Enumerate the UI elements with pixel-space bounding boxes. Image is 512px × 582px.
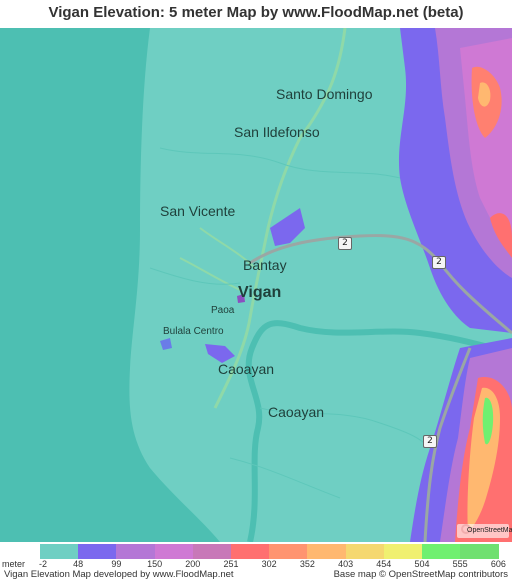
footer: Vigan Elevation Map developed by www.Flo… — [0, 569, 512, 582]
elevation-legend: meter -2 48 99 150 200 251 302 352 403 454 504 555 6… — [0, 544, 512, 569]
elevation-map[interactable]: Santo Domingo San Ildefonso San Vicente … — [0, 28, 512, 542]
osm-logo[interactable]: OpenStreetMap — [457, 524, 512, 538]
legend-tick: 150 — [147, 559, 163, 569]
legend-swatch — [154, 544, 194, 559]
legend-swatch — [269, 544, 308, 559]
legend-tick: 99 — [111, 559, 122, 569]
legend-swatch — [422, 544, 461, 559]
footer-attribution: Base map © OpenStreetMap contributors — [333, 569, 508, 580]
label-caoayan-1: Caoayan — [218, 361, 275, 377]
legend-swatch — [40, 544, 79, 559]
legend-tick: 352 — [299, 559, 315, 569]
legend-tick: 504 — [414, 559, 430, 569]
label-bulala-centro: Bulala Centro — [163, 326, 224, 337]
legend-tick: 48 — [73, 559, 84, 569]
road-shield-2: 2 — [423, 435, 437, 448]
footer-credit: Vigan Elevation Map developed by www.Flo… — [4, 569, 234, 580]
label-bantay: Bantay — [243, 257, 287, 273]
road-shield-2: 2 — [338, 237, 352, 250]
map-title: Vigan Elevation: 5 meter Map by www.Floo… — [48, 4, 464, 21]
label-caoayan-2: Caoayan — [268, 404, 325, 420]
legend-tick: 606 — [490, 559, 506, 569]
legend-tick: 403 — [338, 559, 354, 569]
label-san-ildefonso: San Ildefonso — [234, 124, 320, 140]
legend-swatch — [307, 544, 347, 559]
legend-swatch — [116, 544, 156, 559]
legend-tick: 555 — [452, 559, 468, 569]
legend-swatch — [345, 544, 385, 559]
legend-swatch — [460, 544, 499, 559]
label-paoa: Paoa — [211, 305, 235, 316]
label-santo-domingo: Santo Domingo — [276, 86, 373, 102]
label-san-vicente: San Vicente — [160, 203, 236, 219]
legend-swatch — [192, 544, 232, 559]
legend-tick: 454 — [376, 559, 392, 569]
legend-tick: 302 — [261, 559, 277, 569]
legend-swatch — [78, 544, 117, 559]
legend-tick: 251 — [223, 559, 239, 569]
legend-swatch — [383, 544, 423, 559]
legend-tick: 200 — [185, 559, 201, 569]
label-vigan: Vigan — [238, 284, 282, 301]
legend-tick: -2 — [38, 559, 47, 569]
legend-swatch — [231, 544, 270, 559]
road-shield-2: 2 — [432, 256, 446, 269]
